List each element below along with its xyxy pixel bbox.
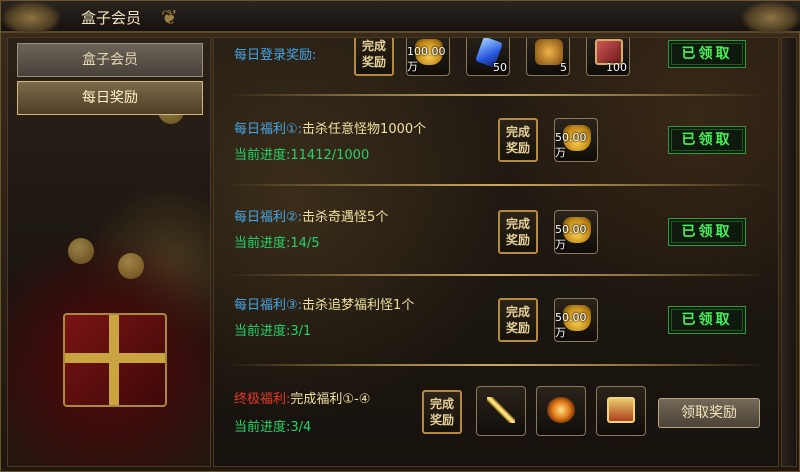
claimed-button[interactable]: 已领取	[668, 218, 746, 246]
divider	[228, 274, 768, 276]
complete-stamp-icon: 完成 奖励	[498, 118, 538, 162]
ultimate-reward-row: 终极福利:完成福利①-④ 当前进度:3/4 完成 奖励 领取奖励	[214, 372, 778, 466]
login-reward-row: 每日登录奖励: 完成 奖励 100.00万 50 5 100 已领取	[214, 38, 778, 88]
title-bar: 盒子会员 ❦	[1, 1, 800, 35]
reward-slot[interactable]	[596, 386, 646, 436]
reward-slot[interactable]: 100	[586, 38, 630, 76]
reward-count: 50.00万	[555, 223, 587, 251]
quest-row: 每日福利②:击杀奇遇怪5个 当前进度:14/5 完成 奖励 50.00万 已领取	[214, 192, 778, 272]
divider	[228, 364, 768, 366]
dragon-ornament-right-icon	[741, 1, 800, 35]
reward-count: 50.00万	[555, 311, 587, 339]
sidebar-item-label: 盒子会员	[82, 52, 138, 68]
reward-slot[interactable]: 50.00万	[554, 298, 598, 342]
complete-stamp-icon: 完成 奖励	[422, 390, 462, 434]
reward-count: 50.00万	[555, 131, 587, 159]
quest-progress: 当前进度:3/1	[234, 324, 312, 339]
window-title: 盒子会员	[81, 9, 142, 27]
quest-row: 每日福利③:击杀追梦福利怪1个 当前进度:3/1 完成 奖励 50.00万 已领取	[214, 282, 778, 362]
login-reward-title: 每日登录奖励:	[234, 48, 317, 63]
complete-stamp-icon: 完成 奖励	[354, 38, 394, 76]
complete-stamp-icon: 完成 奖励	[498, 210, 538, 254]
divider	[228, 184, 768, 186]
reward-slot[interactable]	[476, 386, 526, 436]
gold-treasure-icon	[535, 39, 563, 65]
quest-progress: 当前进度:11412/1000	[234, 148, 370, 163]
sidebar-item-daily-reward[interactable]: 每日奖励	[17, 81, 203, 115]
complete-stamp-icon: 完成 奖励	[498, 298, 538, 342]
reward-slot[interactable]: 50	[466, 38, 510, 76]
sidebar-item-label: 每日奖励	[82, 90, 138, 106]
sidebar-item-vip[interactable]: 盒子会员	[17, 43, 203, 77]
reward-slot[interactable]: 50.00万	[554, 118, 598, 162]
golden-sword-icon	[487, 397, 515, 423]
quest-progress: 当前进度:14/5	[234, 236, 320, 251]
claimed-button[interactable]: 已领取	[668, 40, 746, 68]
flourish-icon: ❦	[161, 5, 178, 29]
coin-icon	[118, 253, 144, 279]
quest-title: 每日福利②:击杀奇遇怪5个	[234, 210, 389, 225]
quest-row: 每日福利①:击杀任意怪物1000个 当前进度:11412/1000 完成 奖励 5…	[214, 102, 778, 182]
reward-count: 100	[606, 61, 627, 74]
reward-slot[interactable]: 5	[526, 38, 570, 76]
scrollbar[interactable]	[781, 37, 797, 467]
claimed-button[interactable]: 已领取	[668, 306, 746, 334]
reward-slot[interactable]: 50.00万	[554, 210, 598, 254]
divider	[228, 94, 768, 96]
reward-list: 每日登录奖励: 完成 奖励 100.00万 50 5 100 已领取 每日福利①:…	[213, 37, 779, 467]
reward-slot[interactable]	[536, 386, 586, 436]
claimed-button[interactable]: 已领取	[668, 126, 746, 154]
coin-icon	[68, 238, 94, 264]
gift-box-illustration-icon	[63, 313, 167, 407]
reward-slot[interactable]: 100.00万	[406, 38, 450, 76]
quest-title: 每日福利①:击杀任意怪物1000个	[234, 122, 427, 137]
claim-reward-button[interactable]: 领取奖励	[658, 398, 760, 428]
reward-count: 100.00万	[407, 45, 446, 73]
reward-count: 5	[560, 61, 567, 74]
game-window: 盒子会员 ❦ 盒子会员 每日奖励 每日登录奖励: 完成 奖励 100.00万 50…	[0, 0, 800, 472]
fire-orb-icon	[547, 397, 575, 423]
dragon-ornament-left-icon	[1, 1, 61, 35]
ultimate-title: 终极福利:完成福利①-④	[234, 392, 371, 407]
reward-count: 50	[493, 61, 507, 74]
treasure-chest-icon	[607, 397, 635, 423]
quest-title: 每日福利③:击杀追梦福利怪1个	[234, 298, 415, 313]
ultimate-progress: 当前进度:3/4	[234, 420, 312, 435]
